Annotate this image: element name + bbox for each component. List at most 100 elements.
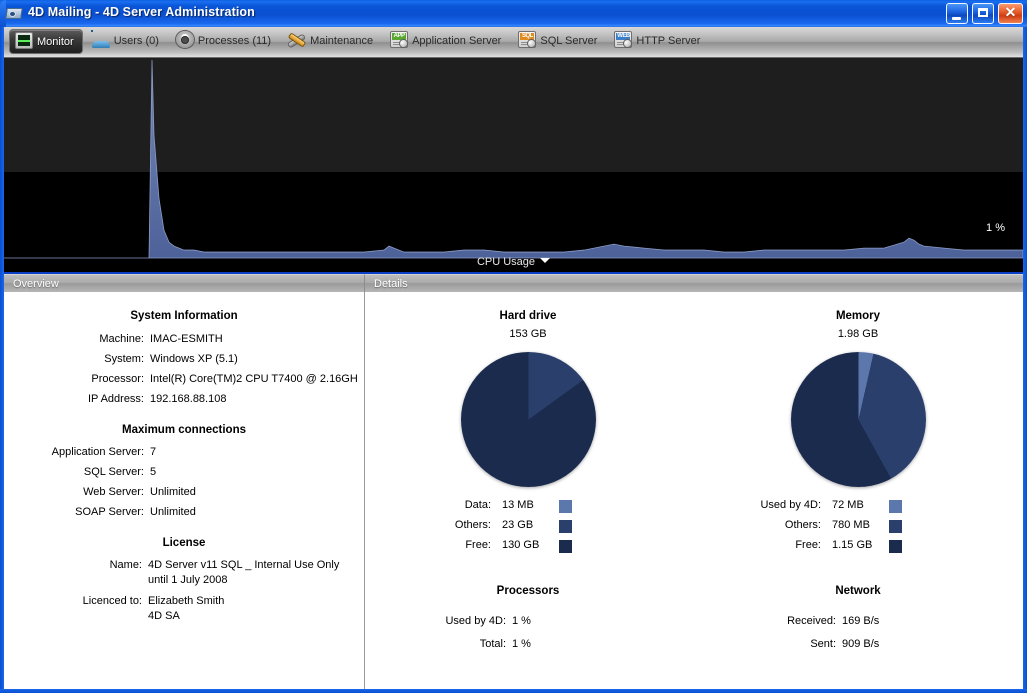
max-connections-key: Web Server: — [4, 485, 144, 500]
minimize-button[interactable] — [946, 3, 968, 24]
network-list: Received:169 B/sSent:909 B/s — [708, 614, 1008, 660]
tab-sql-server[interactable]: SQLSQL Server — [513, 29, 605, 54]
processors-row: Used by 4D:1 % — [378, 614, 678, 637]
monitor-icon — [15, 32, 33, 49]
processors-row: Total: 1 % — [378, 637, 678, 660]
overview-panel-header: Overview — [4, 274, 364, 292]
tab-users[interactable]: Users (0) — [87, 29, 167, 54]
processors-value: 1 % — [512, 637, 531, 652]
license-list: Name:4D Server v11 SQL _ Internal Use On… — [4, 558, 364, 630]
graph-metric-label: CPU Usage — [477, 256, 535, 268]
tab-monitor[interactable]: Monitor — [9, 29, 83, 54]
close-icon: ✕ — [999, 5, 1022, 19]
max-connections-key: SQL Server: — [4, 465, 144, 480]
network-key: Sent: — [708, 637, 836, 652]
system-info-key: IP Address: — [4, 392, 144, 407]
cpu-usage-area — [4, 60, 1023, 258]
http-server-icon: WEB — [614, 31, 632, 48]
toolbar: Monitor Users (0) Processes (11) Mainten… — [4, 27, 1023, 58]
users-icon — [92, 31, 110, 48]
application-server-icon: APP — [390, 31, 408, 48]
tools-icon — [288, 31, 306, 48]
system-info-value: 192.168.88.108 — [150, 392, 226, 407]
license-key: Name: — [4, 558, 142, 573]
memory-legend-swatch — [889, 500, 902, 513]
max-connections-row: Web Server:Unlimited — [4, 485, 364, 505]
memory-title: Memory — [708, 310, 1008, 322]
hard-drive-pie-chart — [461, 352, 596, 487]
cpu-usage-graph: 1 % CPU Usage — [4, 58, 1023, 272]
hard-drive-legend-item: Others: 23 GB — [378, 519, 678, 539]
system-info-row: System:Windows XP (5.1) — [4, 352, 364, 372]
max-connections-value: 5 — [150, 465, 156, 480]
memory-legend-swatch — [889, 540, 902, 553]
graph-metric-selector[interactable]: CPU Usage — [4, 256, 1023, 268]
system-info-key: Machine: — [4, 332, 144, 347]
maximum-connections-list: Application Server: 7 SQL Server: 5 Web Serv… — [4, 445, 364, 525]
hard-drive-legend-item: Data: 13 MB — [378, 499, 678, 519]
window-frame-bottom — [0, 689, 1027, 693]
tab-http-server-label: HTTP Server — [636, 35, 700, 47]
hard-drive-total: 153 GB — [378, 328, 678, 340]
max-connections-row: Application Server: 7 — [4, 445, 364, 465]
memory-legend-value: 72 MB — [832, 499, 864, 511]
system-info-row: IP Address: 192.168.88.108 — [4, 392, 364, 412]
hard-drive-legend-swatch — [559, 500, 572, 513]
network-value: 169 B/s — [842, 614, 879, 629]
details-panel-header: Details — [364, 274, 1023, 292]
tab-application-server-label: Application Server — [412, 35, 501, 47]
maximize-button[interactable] — [972, 3, 994, 24]
license-row: Name:4D Server v11 SQL _ Internal Use On… — [4, 558, 364, 594]
title-bar: 4D Mailing - 4D Server Administration ✕ — [0, 0, 1027, 27]
network-row: Sent:909 B/s — [708, 637, 1008, 660]
processors-list: Used by 4D:1 %Total: 1 % — [378, 614, 678, 660]
tab-users-label: Users (0) — [114, 35, 159, 47]
memory-section: Memory 1.98 GB Used by 4D:72 MBOthers:78… — [708, 310, 1008, 559]
max-connections-value: 7 — [150, 445, 156, 460]
close-button[interactable]: ✕ — [998, 3, 1023, 24]
app-window-icon — [6, 5, 23, 21]
hard-drive-legend-value: 23 GB — [502, 519, 533, 531]
tab-application-server[interactable]: APP Application Server — [385, 29, 509, 54]
hard-drive-legend-label: Data: — [378, 499, 491, 511]
memory-legend-item: Others:780 MB — [708, 519, 1008, 539]
hard-drive-title: Hard drive — [378, 310, 678, 322]
processors-key: Total: — [378, 637, 506, 652]
tab-sql-server-label: SQL Server — [540, 35, 597, 47]
tab-processes[interactable]: Processes (11) — [171, 29, 279, 54]
system-information-heading: System Information — [4, 310, 364, 322]
system-info-key: Processor: — [4, 372, 144, 387]
memory-legend-item: Free: 1.15 GB — [708, 539, 1008, 559]
hard-drive-legend-label: Others: — [378, 519, 491, 531]
memory-legend: Used by 4D:72 MBOthers:780 MBFree:1.15 G… — [708, 499, 1008, 559]
system-info-value: Intel(R) Core(TM)2 CPU T7400 @ 2.16GH — [150, 372, 358, 387]
hard-drive-pie-wrap — [461, 352, 596, 487]
cpu-usage-value: 1 % — [986, 222, 1005, 234]
tab-processes-label: Processes (11) — [198, 35, 271, 47]
processors-key: Used by 4D: — [378, 614, 506, 629]
license-row: Licenced to:Elizabeth Smith 4D SA — [4, 594, 364, 630]
memory-legend-value: 1.15 GB — [832, 539, 872, 551]
license-key: Licenced to: — [4, 594, 142, 609]
tab-maintenance[interactable]: Maintenance — [283, 29, 381, 54]
tab-http-server[interactable]: WEB HTTP Server — [609, 29, 708, 54]
memory-legend-label: Free: — [708, 539, 821, 551]
max-connections-key: Application Server: — [4, 445, 144, 460]
maximum-connections-heading: Maximum connections — [4, 424, 364, 436]
hard-drive-section: Hard drive 153 GB Data: 13 MB Others: 23 GB… — [378, 310, 678, 559]
tab-maintenance-label: Maintenance — [310, 35, 373, 47]
memory-pie-wrap — [791, 352, 926, 487]
tab-monitor-label: Monitor — [37, 36, 74, 48]
overview-panel-title: Overview — [13, 278, 59, 290]
memory-total: 1.98 GB — [708, 328, 1008, 340]
hard-drive-legend-label: Free: — [378, 539, 491, 551]
system-info-row: Processor: Intel(R) Core(TM)2 CPU T7400 @… — [4, 372, 364, 392]
hard-drive-legend-swatch — [559, 540, 572, 553]
details-panel: Hard drive 153 GB Data: 13 MB Others: 23 GB… — [364, 292, 1023, 689]
system-info-value: IMAC-ESMITH — [150, 332, 223, 347]
system-info-key: System: — [4, 352, 144, 367]
hard-drive-legend-value: 13 MB — [502, 499, 534, 511]
license-heading: License — [4, 537, 364, 549]
gear-icon — [176, 31, 194, 48]
system-info-row: Machine: IMAC-ESMITH — [4, 332, 364, 352]
